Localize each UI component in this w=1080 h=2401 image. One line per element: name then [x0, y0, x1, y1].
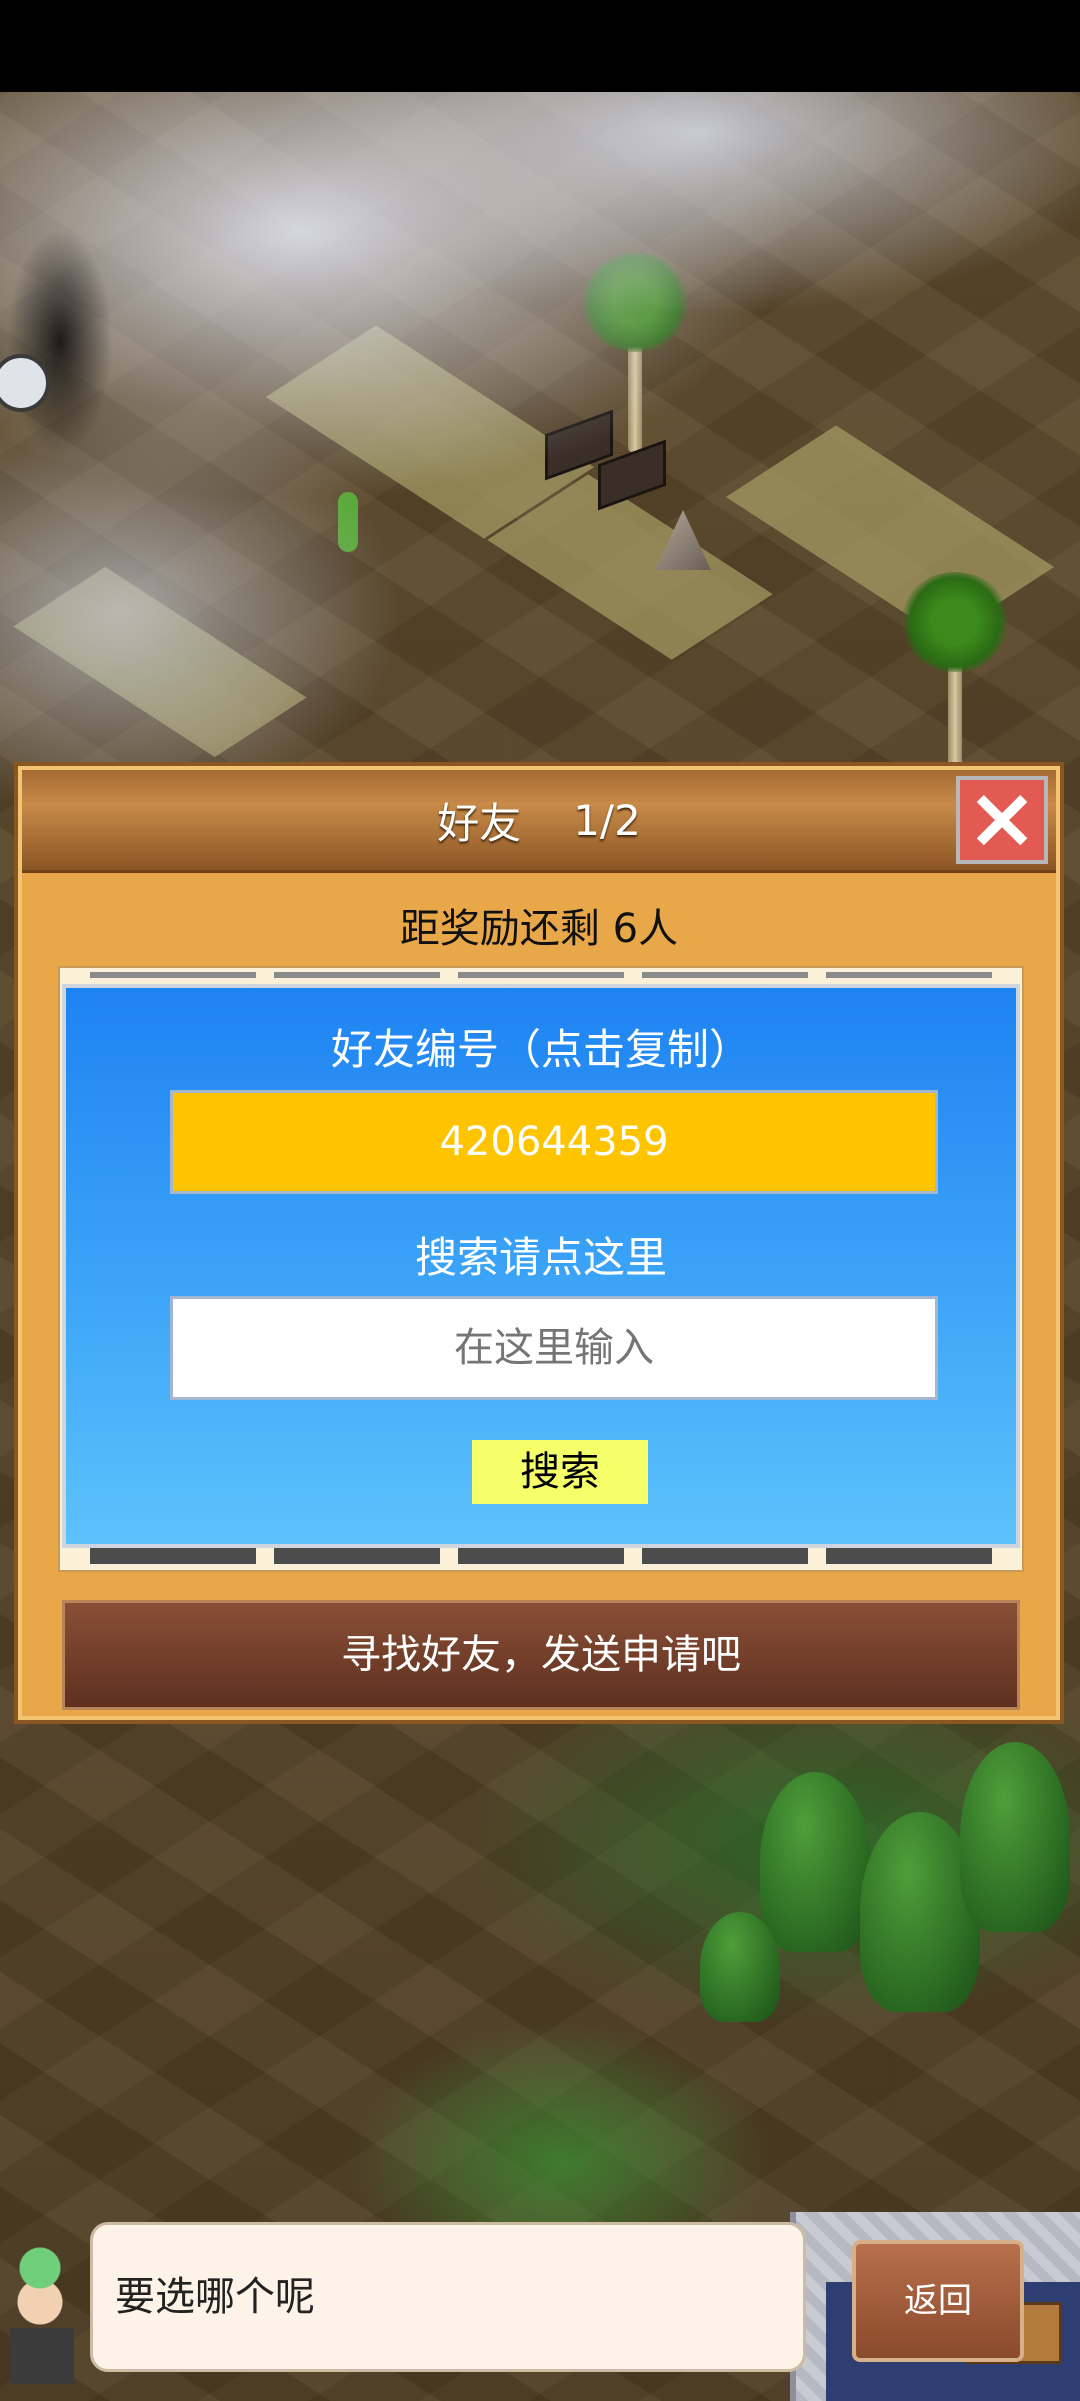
- tree: [700, 1912, 780, 2022]
- close-button[interactable]: ×: [956, 775, 1048, 864]
- dialog-title: 好友: [437, 798, 522, 848]
- character-avatar: [0, 2228, 86, 2388]
- friends-dialog: 好友 1/2 × 距奖励还剩 6人 好友编号（点击复制） 420644359 搜…: [14, 762, 1064, 1724]
- search-button[interactable]: 搜索: [472, 1440, 648, 1504]
- tree: [960, 1742, 1070, 1932]
- page-indicator: 1/2: [573, 795, 641, 845]
- shadow-creature: [0, 202, 120, 472]
- reward-remaining-text: 距奖励还剩 6人: [399, 906, 679, 952]
- friend-id-copy-box[interactable]: 420644359: [170, 1090, 938, 1194]
- search-label: 搜索请点这里: [414, 1233, 667, 1282]
- friend-code-panel: 好友编号（点击复制） 420644359 搜索请点这里 搜索: [62, 984, 1020, 1548]
- friend-search-input[interactable]: [170, 1296, 938, 1400]
- fog-overlay: [0, 92, 1080, 812]
- friend-id-label: 好友编号（点击复制）: [330, 1025, 751, 1074]
- tree: [760, 1772, 870, 1952]
- dialog-header: 好友 1/2: [22, 770, 1056, 873]
- speech-bubble: 要选哪个呢: [90, 2222, 806, 2372]
- find-friends-button[interactable]: 寻找好友，发送申请吧: [62, 1600, 1020, 1710]
- close-icon: ×: [965, 768, 1039, 868]
- status-bar: [0, 0, 1080, 92]
- back-button[interactable]: 返回: [852, 2240, 1024, 2362]
